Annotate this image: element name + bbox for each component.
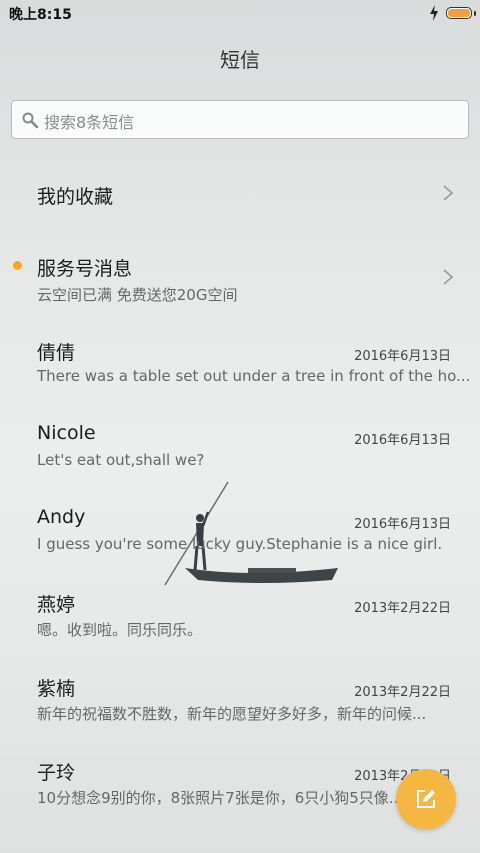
service-messages-row[interactable]: 服务号消息 云空间已满 免费送您20G空间 [0,234,480,318]
contact-name: 紫楠 [37,678,76,700]
conversation-row[interactable]: 燕婷 2013年2月22日 嗯。收到啦。同乐同乐。 [0,570,480,654]
conversation-row[interactable]: 紫楠 2013年2月22日 新年的祝福数不胜数，新年的愿望好多好多，新年的问候.… [0,654,480,738]
contact-name: Andy [37,506,86,528]
message-preview: Let's eat out,shall we? [37,451,205,469]
charging-icon [430,5,438,21]
search-placeholder: 搜索8条短信 [44,113,135,132]
contact-name: 燕婷 [37,594,76,616]
favorites-label: 我的收藏 [37,186,114,208]
message-preview: 嗯。收到啦。同乐同乐。 [37,621,203,639]
unread-dot [13,261,22,270]
battery-icon [446,7,472,19]
conversation-row[interactable]: Andy 2016年6月13日 I guess you're some luck… [0,486,480,570]
chevron-right-icon [443,185,454,201]
message-preview: I guess you're some lucky guy.Stephanie … [37,535,443,553]
service-label: 服务号消息 [37,258,133,280]
battery-tip [474,11,476,16]
conversation-row[interactable]: 倩倩 2016年6月13日 There was a table set out … [0,318,480,402]
compose-button[interactable] [396,769,456,829]
search-icon [22,112,39,129]
message-date: 2016年6月13日 [354,349,451,364]
conversation-row[interactable]: Nicole 2016年6月13日 Let's eat out,shall we… [0,402,480,486]
message-preview: 10分想念9别的你，8张照片7张是你，6只小狗5只像... [37,789,404,807]
favorites-row[interactable]: 我的收藏 [0,150,480,234]
message-preview: 新年的祝福数不胜数，新年的愿望好多好多，新年的问候... [37,705,427,723]
message-date: 2013年2月22日 [354,601,451,616]
compose-icon [417,790,435,808]
search-input[interactable]: 搜索8条短信 [11,100,469,139]
message-date: 2016年6月13日 [354,517,451,532]
contact-name: 倩倩 [37,342,76,364]
page-title: 短信 [220,48,260,72]
status-time: 晚上8:15 [9,7,72,23]
contact-name: Nicole [37,422,96,444]
message-preview: There was a table set out under a tree i… [37,367,471,385]
chevron-right-icon [443,269,454,285]
service-preview: 云空间已满 免费送您20G空间 [37,286,238,304]
status-bar: 晚上8:15 [0,0,480,27]
message-date: 2016年6月13日 [354,433,451,448]
message-date: 2013年2月22日 [354,685,451,700]
contact-name: 子玲 [37,762,76,784]
